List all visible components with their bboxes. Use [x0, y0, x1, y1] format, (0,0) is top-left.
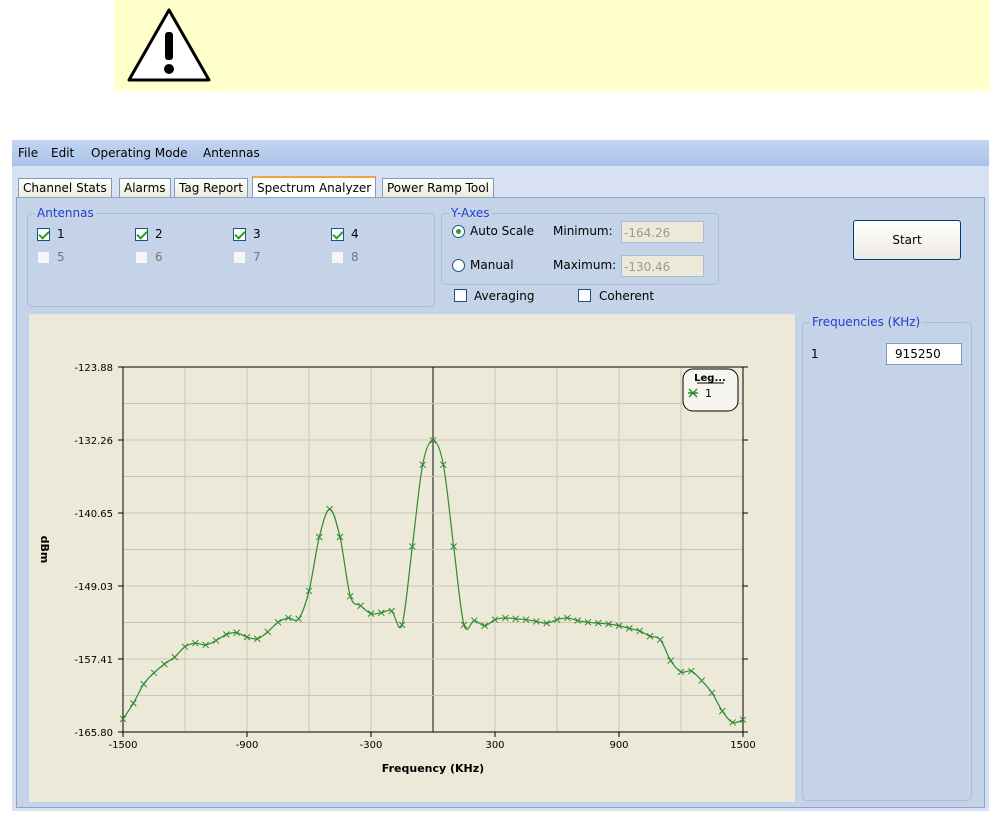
- antenna-5-label: 5: [57, 250, 65, 264]
- y-axes-group-title: Y-Axes: [449, 206, 492, 220]
- coherent-label: Coherent: [599, 289, 655, 303]
- averaging-label: Averaging: [474, 289, 535, 303]
- frequencies-group-title: Frequencies (KHz): [810, 315, 923, 329]
- y-tick-label: -140.65: [74, 509, 113, 520]
- series-1-point: [140, 680, 148, 688]
- antenna-7-label: 7: [253, 250, 261, 264]
- auto-scale-label: Auto Scale: [470, 224, 534, 238]
- legend-entry: 1: [705, 387, 712, 400]
- y-tick-label: -132.26: [74, 436, 113, 447]
- start-button[interactable]: Start: [853, 220, 961, 260]
- y-tick-label: -157.41: [74, 655, 113, 666]
- antenna-5-checkbox[interactable]: [37, 251, 50, 264]
- manual-radio[interactable]: [452, 259, 465, 272]
- tab-alarms[interactable]: Alarms: [119, 178, 171, 198]
- tab-power-ramp-tool[interactable]: Power Ramp Tool: [382, 178, 494, 198]
- antennas-group: Antennas: [27, 206, 435, 307]
- antenna-6-label: 6: [155, 250, 163, 264]
- antenna-2-label: 2: [155, 227, 163, 241]
- auto-scale-radio[interactable]: [452, 225, 465, 238]
- menu-bar: File Edit Operating Mode Antennas: [12, 140, 989, 166]
- app-window: File Edit Operating Mode Antennas Channe…: [12, 140, 989, 811]
- antenna-3-label: 3: [253, 227, 261, 241]
- series-1-point: [150, 669, 158, 677]
- series-1-point: [212, 637, 220, 644]
- averaging-checkbox[interactable]: [454, 289, 467, 302]
- legend-title: Leg...: [694, 373, 726, 384]
- maximum-label: Maximum:: [553, 258, 617, 272]
- antenna-4-checkbox[interactable]: [331, 228, 344, 241]
- x-tick-label: -900: [236, 740, 259, 751]
- antenna-4-label: 4: [351, 227, 359, 241]
- warning-icon: [127, 8, 211, 82]
- x-tick-label: 300: [485, 740, 504, 751]
- y-tick-label: -123.88: [74, 363, 113, 374]
- x-tick-label: -300: [360, 740, 383, 751]
- antennas-group-title: Antennas: [35, 206, 96, 220]
- menu-operating-mode[interactable]: Operating Mode: [91, 146, 188, 160]
- x-tick-label: 1500: [730, 740, 755, 751]
- frequencies-group: Frequencies (KHz): [802, 315, 972, 801]
- y-tick-label: -165.80: [74, 728, 113, 739]
- spectrum-analyzer-panel: Antennas Y-Axes Auto Scale Minimum: -164…: [16, 197, 985, 808]
- manual-label: Manual: [470, 258, 514, 272]
- tab-channel-stats[interactable]: Channel Stats: [18, 178, 112, 198]
- minimum-label: Minimum:: [553, 224, 613, 238]
- antenna-1-checkbox[interactable]: [37, 228, 50, 241]
- tab-tag-report[interactable]: Tag Report: [174, 178, 248, 198]
- series-1-point: [129, 699, 137, 707]
- frequency-index: 1: [811, 347, 819, 361]
- spectrum-chart: -123.88 -132.26 -140.65 -149.03 -157.41 -165.…: [29, 314, 795, 802]
- coherent-checkbox[interactable]: [578, 289, 591, 302]
- series-1-point: [326, 505, 334, 513]
- y-tick-label: -149.03: [74, 582, 113, 593]
- y-axis-label: dBm: [38, 536, 51, 564]
- spectrum-chart-svg: -123.88 -132.26 -140.65 -149.03 -157.41 -165.…: [38, 363, 756, 775]
- series-1-point: [160, 660, 168, 668]
- antenna-6-checkbox[interactable]: [135, 251, 148, 264]
- antenna-2-checkbox[interactable]: [135, 228, 148, 241]
- series-1-point: [222, 631, 230, 638]
- series-1-point: [698, 677, 706, 684]
- antenna-8-checkbox[interactable]: [331, 251, 344, 264]
- antenna-7-checkbox[interactable]: [233, 251, 246, 264]
- menu-edit[interactable]: Edit: [51, 146, 74, 160]
- warning-banner: [114, 0, 990, 91]
- frequency-value-field[interactable]: 915250: [886, 343, 962, 365]
- series-1-point: [718, 707, 726, 715]
- tab-spectrum-analyzer[interactable]: Spectrum Analyzer: [252, 176, 377, 199]
- minimum-field[interactable]: -164.26: [621, 221, 704, 243]
- series-1-point: [357, 602, 365, 610]
- maximum-field[interactable]: -130.46: [621, 255, 704, 277]
- antenna-1-label: 1: [57, 227, 65, 241]
- series-1-point: [708, 689, 716, 697]
- antenna-8-label: 8: [351, 250, 359, 264]
- series-1-point: [264, 628, 272, 636]
- series-1-point: [656, 636, 664, 644]
- menu-file[interactable]: File: [18, 146, 38, 160]
- series-1-point: [295, 615, 303, 623]
- antenna-3-checkbox[interactable]: [233, 228, 246, 241]
- x-tick-label: -1500: [108, 740, 137, 751]
- menu-antennas[interactable]: Antennas: [203, 146, 260, 160]
- series-1-point: [636, 627, 644, 635]
- x-tick-label: 900: [609, 740, 628, 751]
- x-axis-label: Frequency (KHz): [382, 762, 484, 775]
